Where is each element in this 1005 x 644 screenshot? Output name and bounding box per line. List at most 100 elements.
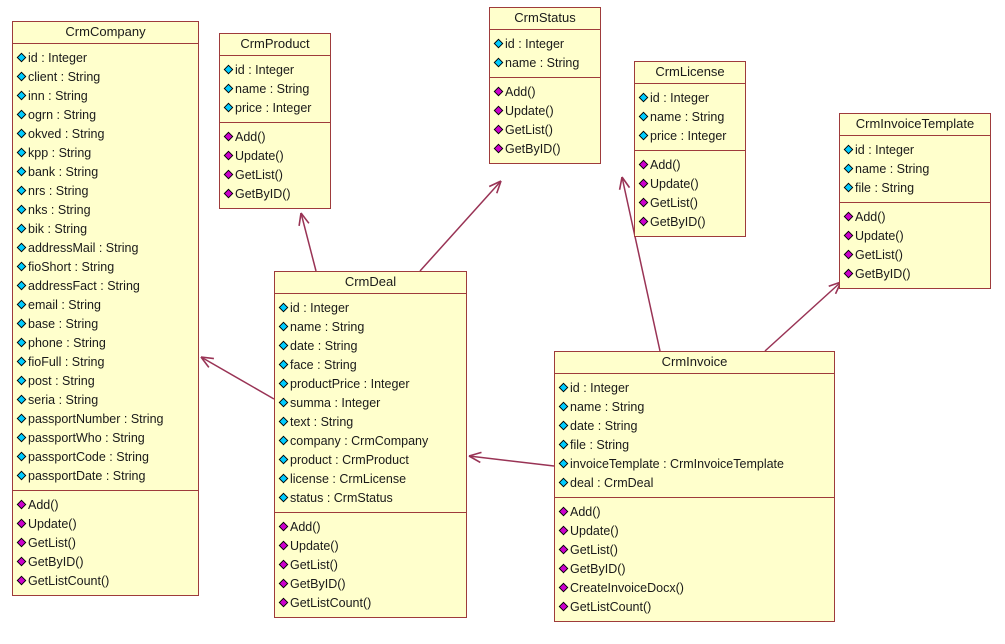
class-attribute-row: price : Integer [638, 126, 742, 145]
uml-class-crmstatus[interactable]: CrmStatus id : Integer name : String Add() U… [489, 7, 601, 165]
class-method-row: GetListCount() [278, 593, 463, 612]
attribute-label: status : CrmStatus [290, 490, 393, 505]
class-name-label: CrmLicense [635, 62, 745, 85]
method-label: Update() [235, 148, 284, 163]
public-attribute-diamond-icon [278, 340, 289, 351]
class-method-row: GetByID() [223, 184, 327, 203]
class-method-row: GetList() [843, 245, 987, 264]
class-attribute-row: seria : String [16, 390, 195, 409]
public-attribute-diamond-icon [16, 470, 27, 481]
public-attribute-diamond-icon [16, 185, 27, 196]
attribute-label: phone : String [28, 335, 106, 350]
attribute-label: invoiceTemplate : CrmInvoiceTemplate [570, 456, 784, 471]
public-method-diamond-icon [16, 499, 27, 510]
class-method-row: GetByID() [558, 559, 831, 578]
public-method-diamond-icon [493, 143, 504, 154]
method-label: Update() [570, 523, 619, 538]
method-label: Update() [290, 538, 339, 553]
public-attribute-diamond-icon [638, 92, 649, 103]
attribute-label: bik : String [28, 221, 88, 236]
connector-deal-to-company [200, 356, 275, 400]
public-method-diamond-icon [278, 540, 289, 551]
attribute-label: passportWho : String [28, 430, 145, 445]
class-attribute-row: post : String [16, 371, 195, 390]
method-label: GetByID() [505, 141, 561, 156]
class-name-label: CrmStatus [490, 8, 600, 31]
attribute-label: file : String [570, 437, 630, 452]
methods-compartment: Add() Update() GetList() GetByID() [490, 78, 600, 163]
class-attribute-row: price : Integer [223, 98, 327, 117]
methods-compartment: Add() Update() GetList() GetByID() [840, 203, 990, 288]
class-method-row: GetByID() [493, 139, 597, 158]
public-attribute-diamond-icon [16, 280, 27, 291]
public-method-diamond-icon [843, 211, 854, 222]
public-method-diamond-icon [16, 556, 27, 567]
public-attribute-diamond-icon [16, 128, 27, 139]
attribute-label: base : String [28, 316, 99, 331]
method-label: GetList() [290, 557, 338, 572]
method-label: Add() [570, 504, 601, 519]
class-attribute-row: inn : String [16, 86, 195, 105]
method-label: GetByID() [650, 214, 706, 229]
class-attribute-row: nks : String [16, 200, 195, 219]
attributes-compartment: id : Integer name : String file : String [840, 136, 990, 204]
methods-compartment: Add() Update() GetList() GetByID() GetListCo… [275, 513, 466, 617]
method-label: Add() [28, 497, 59, 512]
attribute-label: okved : String [28, 126, 105, 141]
class-attribute-row: date : String [278, 336, 463, 355]
attribute-label: name : String [505, 55, 580, 70]
method-label: GetByID() [290, 576, 346, 591]
class-attribute-row: id : Integer [16, 48, 195, 67]
public-method-diamond-icon [278, 521, 289, 532]
uml-class-crmproduct[interactable]: CrmProduct id : Integer name : String price… [219, 33, 331, 210]
public-attribute-diamond-icon [278, 359, 289, 370]
method-label: GetListCount() [290, 595, 372, 610]
class-name-label: CrmInvoiceTemplate [840, 114, 990, 137]
class-attribute-row: addressMail : String [16, 238, 195, 257]
public-attribute-diamond-icon [16, 356, 27, 367]
public-method-diamond-icon [16, 575, 27, 586]
class-method-row: Add() [223, 127, 327, 146]
method-label: GetByID() [235, 186, 291, 201]
uml-class-crmlicense[interactable]: CrmLicense id : Integer name : String price… [634, 61, 746, 238]
public-attribute-diamond-icon [16, 299, 27, 310]
public-attribute-diamond-icon [278, 378, 289, 389]
method-label: GetList() [570, 542, 618, 557]
method-label: GetByID() [855, 266, 911, 281]
class-attribute-row: name : String [493, 53, 597, 72]
class-method-row: Update() [16, 514, 195, 533]
attribute-label: id : Integer [28, 50, 88, 65]
attribute-label: post : String [28, 373, 95, 388]
class-method-row: Add() [278, 517, 463, 536]
class-attribute-row: passportCode : String [16, 447, 195, 466]
uml-class-crmdeal[interactable]: CrmDeal id : Integer name : String date : S… [274, 271, 467, 619]
public-attribute-diamond-icon [223, 83, 234, 94]
class-method-row: GetListCount() [558, 597, 831, 616]
class-name-label: CrmInvoice [555, 352, 834, 375]
public-method-diamond-icon [223, 131, 234, 142]
uml-class-diagram-canvas: CrmCompany id : Integer client : String inn… [0, 0, 1005, 644]
class-attribute-row: okved : String [16, 124, 195, 143]
attribute-label: name : String [235, 81, 310, 96]
public-method-diamond-icon [558, 563, 569, 574]
attributes-compartment: id : Integer client : String inn : String o… [13, 44, 198, 492]
uml-class-crmcompany[interactable]: CrmCompany id : Integer client : String inn… [12, 21, 199, 597]
public-attribute-diamond-icon [16, 204, 27, 215]
uml-class-crminvoicetemplate[interactable]: CrmInvoiceTemplate id : Integer name : Str… [839, 113, 991, 290]
public-attribute-diamond-icon [16, 90, 27, 101]
class-attribute-row: email : String [16, 295, 195, 314]
class-method-row: GetList() [16, 533, 195, 552]
public-method-diamond-icon [278, 559, 289, 570]
attribute-label: email : String [28, 297, 101, 312]
attribute-label: date : String [290, 338, 358, 353]
class-attribute-row: name : String [843, 159, 987, 178]
uml-class-crminvoice[interactable]: CrmInvoice id : Integer name : String date … [554, 351, 835, 623]
method-label: Update() [650, 176, 699, 191]
method-label: GetList() [505, 122, 553, 137]
class-attribute-row: client : String [16, 67, 195, 86]
public-attribute-diamond-icon [278, 321, 289, 332]
public-attribute-diamond-icon [493, 38, 504, 49]
method-label: Update() [505, 103, 554, 118]
class-attribute-row: passportNumber : String [16, 409, 195, 428]
public-attribute-diamond-icon [16, 432, 27, 443]
